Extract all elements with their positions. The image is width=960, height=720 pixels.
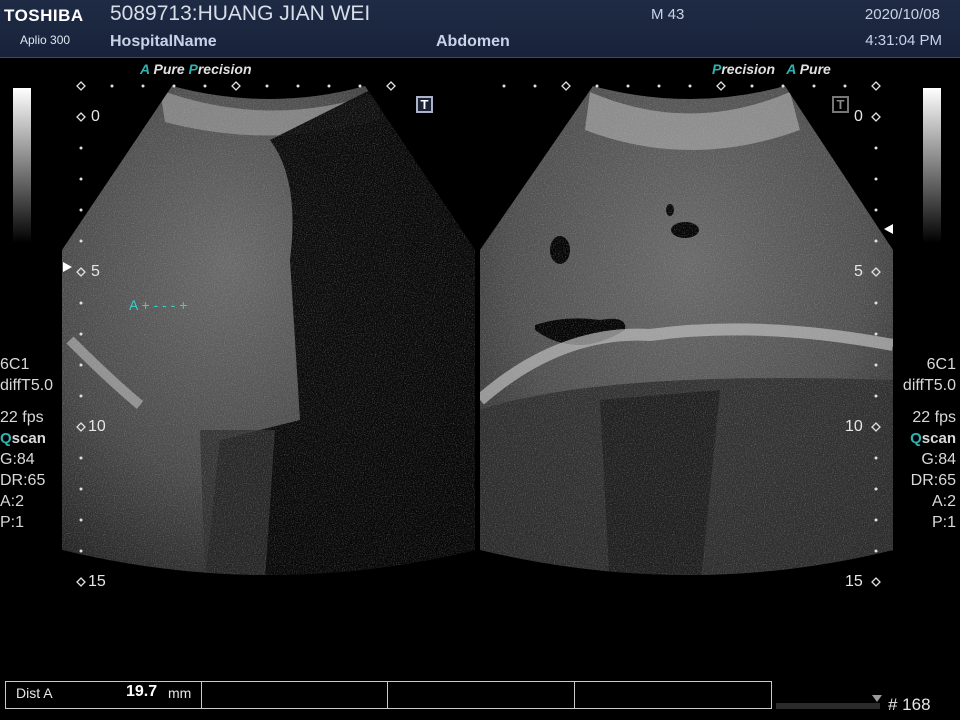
left-depth-10: 10 xyxy=(88,418,106,435)
right-p: P:1 xyxy=(931,514,956,531)
right-a: A:2 xyxy=(931,493,956,510)
cine-progress-bar[interactable] xyxy=(776,703,880,709)
left-depth-0: 0 xyxy=(91,108,100,125)
measurement-cell-empty xyxy=(201,682,388,708)
right-focus-marker-icon[interactable] xyxy=(884,224,893,234)
right-dr: DR:65 xyxy=(910,472,956,489)
measurement-value: 19.7 xyxy=(126,683,158,700)
left-mode: diffT5.0 xyxy=(0,377,54,394)
left-orientation-t-icon[interactable]: T xyxy=(416,96,433,113)
left-depth-15: 15 xyxy=(88,573,106,590)
right-grayscale-bar xyxy=(923,88,941,243)
measurement-cell-empty xyxy=(387,682,575,708)
left-dr: DR:65 xyxy=(0,472,46,489)
right-qscan: Qscan xyxy=(910,430,956,447)
right-gain: G:84 xyxy=(921,451,956,468)
left-depth-5: 5 xyxy=(91,263,100,280)
measurement-cell-dist-a[interactable]: Dist A 19.7 mm xyxy=(6,682,202,708)
caliper-a[interactable]: A + - - - + xyxy=(129,297,187,313)
left-grayscale-bar xyxy=(13,88,31,243)
right-fps: 22 fps xyxy=(912,409,956,426)
left-image-preset-label: A Pure Precision xyxy=(140,61,252,77)
right-depth-10: 10 xyxy=(845,418,863,435)
left-focus-marker-icon[interactable] xyxy=(63,262,72,272)
ultrasound-display xyxy=(60,80,898,600)
left-qscan: Qscan xyxy=(0,430,46,447)
caliper-label: A xyxy=(129,297,138,313)
left-a: A:2 xyxy=(0,493,25,510)
measurement-label: Dist A xyxy=(16,685,53,701)
left-p: P:1 xyxy=(0,514,25,531)
left-params: 6C1 diffT5.0 22 fps Qscan G:84 DR:65 A:2… xyxy=(0,354,53,533)
left-ultrasound-image[interactable] xyxy=(60,80,480,600)
right-image-preset-label: Precision A Pure xyxy=(712,61,831,77)
measurement-unit: mm xyxy=(168,685,192,701)
left-fps: 22 fps xyxy=(0,409,44,426)
right-orientation-t-icon[interactable]: T xyxy=(832,96,849,113)
left-probe: 6C1 xyxy=(0,356,30,373)
measurement-bar: Dist A 19.7 mm xyxy=(5,681,772,709)
cine-position-marker-icon[interactable] xyxy=(872,695,882,702)
right-depth-15: 15 xyxy=(845,573,863,590)
right-ultrasound-image[interactable] xyxy=(478,80,898,600)
frame-number: # 168 xyxy=(888,695,931,714)
right-probe: 6C1 xyxy=(926,356,956,373)
left-lateral-scale xyxy=(76,81,396,91)
right-depth-0: 0 xyxy=(854,108,863,125)
right-params: 6C1 diffT5.0 22 fps Qscan G:84 DR:65 A:2… xyxy=(903,354,956,533)
right-mode: diffT5.0 xyxy=(902,377,956,394)
left-gain: G:84 xyxy=(0,451,35,468)
right-depth-5: 5 xyxy=(854,263,863,280)
caliper-line: + - - - + xyxy=(141,297,188,313)
right-lateral-scale xyxy=(502,81,881,91)
